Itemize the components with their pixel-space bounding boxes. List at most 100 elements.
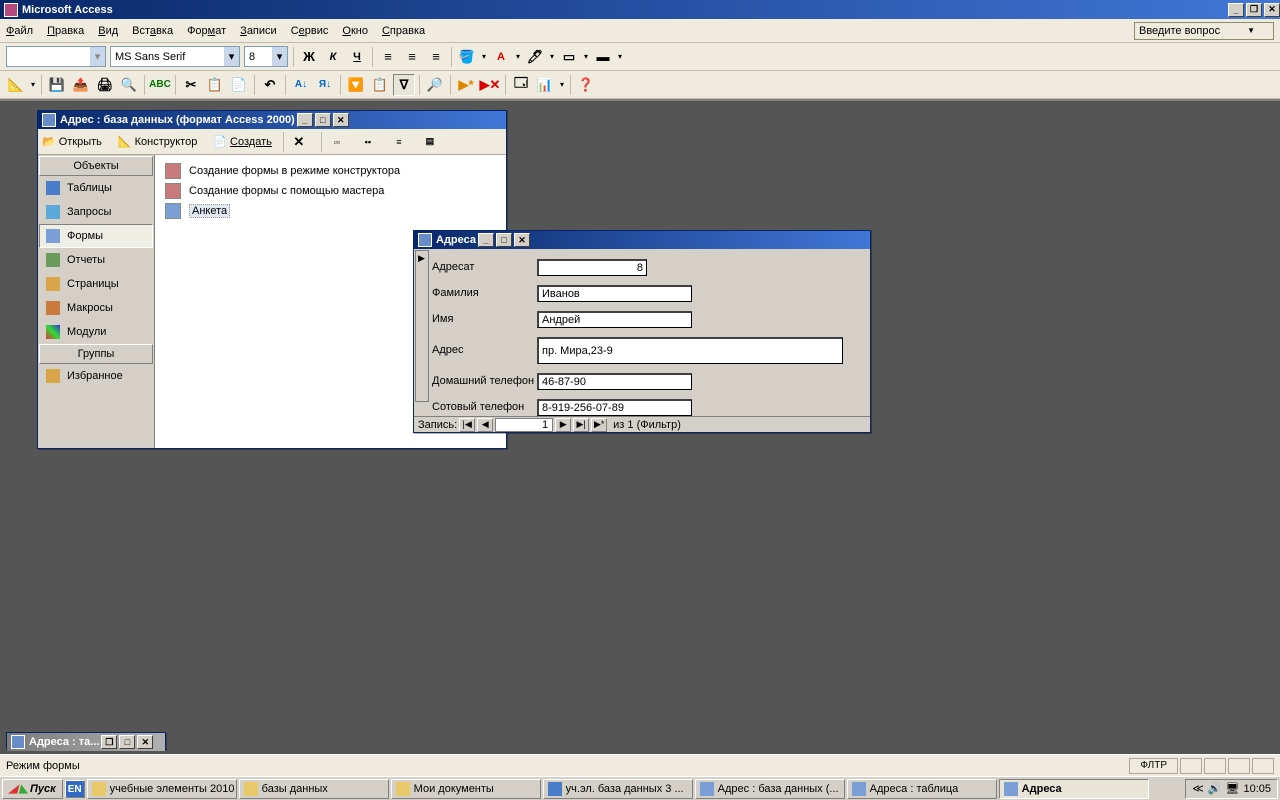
- border-button[interactable]: ▭: [558, 46, 580, 68]
- db-close-button[interactable]: ✕: [333, 113, 349, 127]
- new-record-button[interactable]: ▶*: [455, 74, 477, 96]
- input-home-phone[interactable]: [537, 373, 692, 390]
- form-close-button[interactable]: ✕: [514, 233, 530, 247]
- italic-button[interactable]: К: [322, 46, 344, 68]
- nav-current[interactable]: 1: [495, 418, 553, 432]
- objects-header[interactable]: Объекты: [39, 156, 153, 176]
- tray-chevron-icon[interactable]: ≪: [1192, 782, 1204, 795]
- border-dd[interactable]: ▾: [581, 52, 591, 61]
- fontsize-combo[interactable]: 8▾: [244, 46, 288, 67]
- align-right-button[interactable]: ≡: [425, 46, 447, 68]
- sidebar-queries[interactable]: Запросы: [39, 200, 153, 224]
- menu-edit[interactable]: Правка: [47, 25, 84, 37]
- view-small-icon[interactable]: ▪▪: [357, 131, 379, 153]
- restore-button[interactable]: ❐: [1246, 3, 1262, 17]
- font-color-dd[interactable]: ▾: [513, 52, 523, 61]
- sidebar-reports[interactable]: Отчеты: [39, 248, 153, 272]
- menu-file[interactable]: Файл: [6, 25, 33, 37]
- form-titlebar[interactable]: Адреса _ □ ✕: [414, 231, 870, 249]
- view-large-icon[interactable]: ▫▫: [326, 131, 348, 153]
- record-selector[interactable]: [415, 250, 429, 402]
- task-access-form[interactable]: Адреса: [999, 779, 1149, 799]
- view-button[interactable]: 📐: [5, 74, 27, 96]
- nav-last-button[interactable]: ▶|: [573, 418, 589, 432]
- lang-indicator[interactable]: EN: [65, 780, 85, 798]
- bold-button[interactable]: Ж: [298, 46, 320, 68]
- menu-help[interactable]: Справка: [382, 25, 425, 37]
- min-restore-button[interactable]: ❐: [101, 735, 117, 749]
- input-address[interactable]: [537, 337, 843, 364]
- input-cell-phone[interactable]: [537, 399, 692, 416]
- apply-filter-button[interactable]: ∇: [393, 74, 415, 96]
- font-color-button[interactable]: A: [490, 46, 512, 68]
- input-name[interactable]: [537, 311, 692, 328]
- find-button[interactable]: 🔎: [424, 74, 446, 96]
- task-folder-2[interactable]: базы данных: [239, 779, 389, 799]
- nav-next-button[interactable]: ▶: [555, 418, 571, 432]
- effect-dd[interactable]: ▾: [615, 52, 625, 61]
- sidebar-favorites[interactable]: Избранное: [39, 364, 153, 388]
- menu-window[interactable]: Окно: [342, 25, 368, 37]
- save-button[interactable]: 💾: [46, 74, 68, 96]
- line-dd[interactable]: ▾: [547, 52, 557, 61]
- menu-format[interactable]: Формат: [187, 25, 226, 37]
- undo-button[interactable]: ↶: [259, 74, 281, 96]
- print-button[interactable]: 🖨: [94, 74, 116, 96]
- cut-button[interactable]: ✂: [180, 74, 202, 96]
- db-titlebar[interactable]: Адрес : база данных (формат Access 2000)…: [38, 111, 506, 129]
- db-design-button[interactable]: 📐Конструктор: [118, 135, 205, 148]
- tray-volume-icon[interactable]: 🔊: [1208, 782, 1222, 795]
- sidebar-modules[interactable]: Модули: [39, 320, 153, 344]
- input-surname[interactable]: [537, 285, 692, 302]
- filter-selection-button[interactable]: 🔽: [345, 74, 367, 96]
- menu-insert[interactable]: Вставка: [132, 25, 173, 37]
- copy-button[interactable]: 📋: [204, 74, 226, 96]
- form-anketa[interactable]: Анкета: [161, 201, 500, 221]
- input-addressee[interactable]: [537, 259, 647, 276]
- db-create-button[interactable]: 📄Создать: [213, 135, 272, 148]
- sort-asc-button[interactable]: А↓: [290, 74, 312, 96]
- menu-records[interactable]: Записи: [240, 25, 277, 37]
- fill-color-button[interactable]: 🪣: [456, 46, 478, 68]
- filter-form-button[interactable]: 📋: [369, 74, 391, 96]
- paste-button[interactable]: 📄: [228, 74, 250, 96]
- db-delete-button[interactable]: ✕: [288, 131, 310, 153]
- sort-desc-button[interactable]: Я↓: [314, 74, 336, 96]
- task-access-db[interactable]: Адрес : база данных (...: [695, 779, 845, 799]
- db-window-button[interactable]: 🗔: [510, 74, 532, 96]
- spell-button[interactable]: ABC: [149, 74, 171, 96]
- new-object-button[interactable]: 📊: [534, 74, 556, 96]
- align-center-button[interactable]: ≡: [401, 46, 423, 68]
- view-list-icon[interactable]: ≡: [388, 131, 410, 153]
- fill-dd[interactable]: ▾: [479, 52, 489, 61]
- nav-first-button[interactable]: |◀: [459, 418, 475, 432]
- menu-tools[interactable]: Сервис: [291, 25, 329, 37]
- sidebar-tables[interactable]: Таблицы: [39, 176, 153, 200]
- sidebar-macros[interactable]: Макросы: [39, 296, 153, 320]
- object-combo[interactable]: ▾: [6, 46, 106, 67]
- min-max-button[interactable]: □: [119, 735, 135, 749]
- underline-button[interactable]: Ч: [346, 46, 368, 68]
- font-combo[interactable]: MS Sans Serif▾: [110, 46, 240, 67]
- db-min-button[interactable]: _: [297, 113, 313, 127]
- form-max-button[interactable]: □: [496, 233, 512, 247]
- form-min-button[interactable]: _: [478, 233, 494, 247]
- preview-button[interactable]: 🔍: [118, 74, 140, 96]
- create-form-wizard[interactable]: Создание формы с помощью мастера: [161, 181, 500, 201]
- task-folder-1[interactable]: учебные элементы 2010: [87, 779, 237, 799]
- export-button[interactable]: 📤: [70, 74, 92, 96]
- tray-clock[interactable]: 10:05: [1243, 783, 1271, 795]
- minimized-table-window[interactable]: Адреса : та... ❐ □ ✕: [6, 732, 166, 750]
- tray-monitor-icon[interactable]: 🖥: [1226, 782, 1240, 795]
- close-button[interactable]: ✕: [1264, 3, 1280, 17]
- align-left-button[interactable]: ≡: [377, 46, 399, 68]
- task-word-doc[interactable]: уч.эл. база данных 3 ...: [543, 779, 693, 799]
- help-button[interactable]: ❓: [575, 74, 597, 96]
- ask-question-box[interactable]: Введите вопрос ▼: [1134, 22, 1274, 40]
- task-access-table[interactable]: Адреса : таблица: [847, 779, 997, 799]
- start-button[interactable]: ◢◣ Пуск: [2, 779, 63, 799]
- min-close-button[interactable]: ✕: [137, 735, 153, 749]
- view-details-icon[interactable]: ▤: [419, 131, 441, 153]
- line-color-button[interactable]: 🖊: [524, 46, 546, 68]
- create-form-designer[interactable]: Создание формы в режиме конструктора: [161, 161, 500, 181]
